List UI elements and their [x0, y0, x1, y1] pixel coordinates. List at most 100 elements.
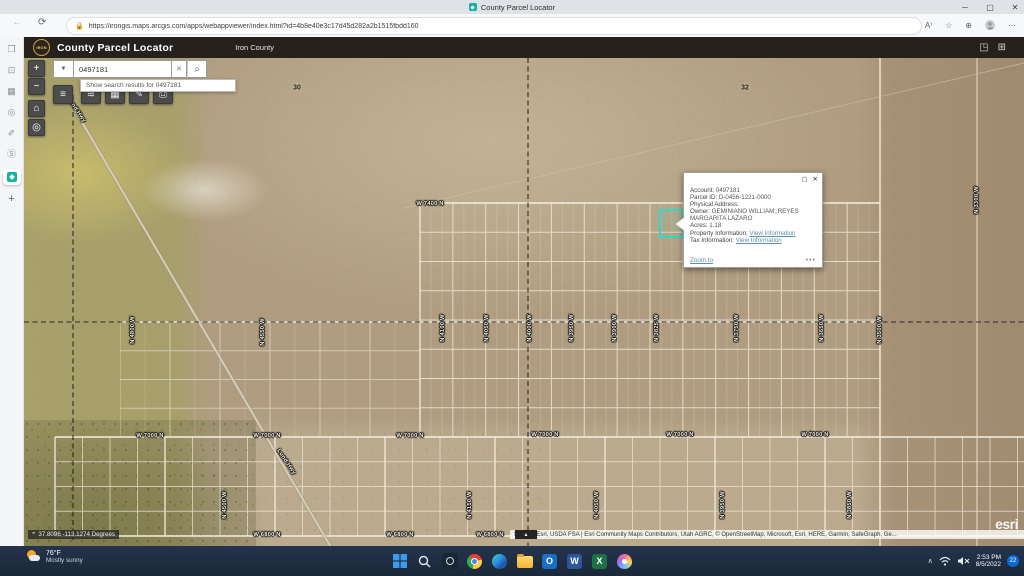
edge-sidebar: ❒ ⊡ ▦ ◎ ✐ Ⓢ +	[0, 37, 24, 546]
url-text: https://irongis.maps.arcgis.com/apps/web…	[89, 23, 419, 30]
close-button[interactable]: ✕	[1010, 3, 1020, 12]
sidebar-designer-icon[interactable]: ◎	[5, 106, 18, 119]
address-bar[interactable]: 🔒 https://irongis.maps.arcgis.com/apps/w…	[66, 17, 922, 35]
profile-avatar[interactable]	[985, 20, 995, 30]
outlook-button[interactable]: O	[541, 553, 558, 570]
road-label: N 3950 W	[569, 314, 575, 341]
popup-footer: Zoom to •••	[690, 257, 816, 264]
search-input[interactable]: 0497181	[73, 60, 172, 78]
iron-county-logo: IRON	[33, 39, 50, 56]
search-source-dropdown[interactable]: ▼	[53, 60, 73, 78]
camera-app-button[interactable]	[441, 553, 458, 570]
popup-field-value: 0497181	[716, 187, 740, 194]
road-label: N 3850 W	[847, 491, 853, 518]
zoom-in-button[interactable]: +	[28, 60, 45, 77]
active-tab-favicon	[7, 172, 17, 182]
taskbar-icons: O W X	[0, 546, 1024, 576]
popup-field-label: Physical Address:	[690, 201, 739, 208]
sidebar-add-icon[interactable]: +	[5, 193, 18, 206]
sidebar-office-icon[interactable]: ▦	[5, 85, 18, 98]
word-icon: W	[567, 554, 582, 569]
popup-field-row: Tax Information: View Information	[690, 237, 817, 244]
road-label: N 4000 W	[527, 314, 533, 341]
popup-field-row: Owner: GEMINIANO WILLIAM;;REYES MARGARIT…	[690, 208, 817, 222]
taskbar-clock[interactable]: 2:53 PM 8/5/2022	[976, 554, 1001, 569]
map-canvas[interactable]: W 7400 NW 7400 NW 7000 NW 7000 NW 7000 N…	[24, 58, 1024, 546]
system-tray: ∧ 2:53 PM 8/5/2022 22	[928, 546, 1019, 576]
home-button[interactable]: ⌂	[28, 100, 45, 117]
coordinate-readout: 37.8096 -113.1274 Degrees	[38, 531, 115, 538]
clear-search-icon[interactable]: ✕	[172, 60, 187, 78]
crosshair-icon[interactable]: ⌖	[32, 531, 35, 538]
popup-field-link[interactable]: View Information	[736, 237, 782, 244]
back-icon[interactable]: ←	[12, 17, 22, 28]
popup-pointer	[676, 218, 684, 230]
my-location-button[interactable]: ◎	[28, 119, 45, 136]
hidden-icons-chevron[interactable]: ∧	[928, 557, 933, 565]
sidebar-games-icon[interactable]: Ⓢ	[5, 148, 18, 161]
reload-icon[interactable]: ⟳	[38, 17, 46, 28]
popup-field-row: Parcel ID: D-0456-1221-0000	[690, 194, 817, 201]
county-link[interactable]: Iron County	[235, 43, 274, 52]
map-attribution: Source: Esri, USDA FSA | Esri Community …	[510, 530, 1024, 539]
edge-icon	[492, 554, 507, 569]
active-tab-tile[interactable]	[3, 169, 21, 185]
chrome-button[interactable]	[466, 553, 483, 570]
collections-icon[interactable]: ⊕	[965, 21, 972, 30]
settings-menu-icon[interactable]: ⋯	[1008, 21, 1016, 30]
browser-tab[interactable]: County Parcel Locator	[0, 0, 1024, 14]
overview-map-icon[interactable]: ⊞	[998, 42, 1006, 53]
chevron-down-icon: ▼	[61, 66, 67, 72]
read-aloud-icon[interactable]: A⁾	[925, 21, 932, 30]
folder-icon	[517, 556, 533, 568]
restore-button[interactable]: ▢	[985, 3, 995, 12]
popup-close-icon[interactable]: ✕	[813, 175, 818, 183]
search-button[interactable]: ⌕	[187, 60, 207, 78]
zoom-to-link[interactable]: Zoom to	[690, 257, 713, 264]
word-button[interactable]: W	[566, 553, 583, 570]
file-explorer-button[interactable]	[516, 553, 533, 570]
attribution-expander[interactable]: ▲	[515, 530, 537, 539]
road-label: W 7000 N	[666, 432, 693, 438]
sidebar-drop-icon[interactable]: ✐	[5, 127, 18, 140]
search-icon: ⌕	[194, 64, 200, 75]
select-tool-icon[interactable]: ◳	[979, 42, 988, 53]
paint-button[interactable]	[616, 553, 633, 570]
notification-badge[interactable]: 22	[1007, 555, 1019, 567]
search-value: 0497181	[79, 65, 108, 74]
minimize-button[interactable]: ─	[960, 3, 970, 12]
popup-field-row: Account: 0497181	[690, 187, 817, 194]
sidebar-search-icon[interactable]: ❒	[5, 43, 18, 56]
road-label: N 3750 W	[734, 314, 740, 341]
road-label: N 4100 W	[440, 314, 446, 341]
sidebar-discover-icon[interactable]: ⊡	[5, 64, 18, 77]
popup-maximize-icon[interactable]: ▢	[801, 175, 807, 183]
edge-button[interactable]	[491, 553, 508, 570]
app-header: IRON County Parcel Locator Iron County ◳…	[24, 37, 1024, 58]
road-label: W 6800 N	[253, 532, 280, 538]
road-label: N 4500 W	[222, 491, 228, 518]
start-button[interactable]	[391, 553, 408, 570]
volume-muted-icon[interactable]	[957, 556, 970, 566]
legend-button[interactable]: ≡	[53, 85, 73, 104]
lock-icon: 🔒	[75, 22, 84, 30]
popup-field-link[interactable]: View Information	[750, 230, 796, 237]
section-number-label: 30	[293, 85, 301, 92]
road-label: Lund Hwy	[275, 448, 296, 476]
popup-more-icon[interactable]: •••	[806, 257, 816, 264]
wifi-icon[interactable]	[939, 556, 951, 566]
road-label: W 7000 N	[253, 433, 280, 439]
search-suggestion[interactable]: Show search results for 0497181	[80, 79, 236, 92]
vegetation-texture	[24, 420, 256, 546]
site-favicon	[469, 3, 477, 11]
paint-icon	[617, 554, 632, 569]
taskbar: 76°F Mostly sunny O W X ∧ 2:53	[0, 546, 1024, 576]
excel-button[interactable]: X	[591, 553, 608, 570]
window-controls: ─ ▢ ✕	[960, 0, 1020, 14]
taskbar-search-button[interactable]	[416, 553, 433, 570]
favorites-icon[interactable]: ☆	[945, 21, 952, 30]
section-number-label: 32	[741, 85, 749, 92]
zoom-out-button[interactable]: −	[28, 78, 45, 95]
tab-title-text: County Parcel Locator	[481, 3, 555, 12]
screen: County Parcel Locator ─ ▢ ✕ ← ⟳ 🔒 https://…	[0, 0, 1024, 576]
